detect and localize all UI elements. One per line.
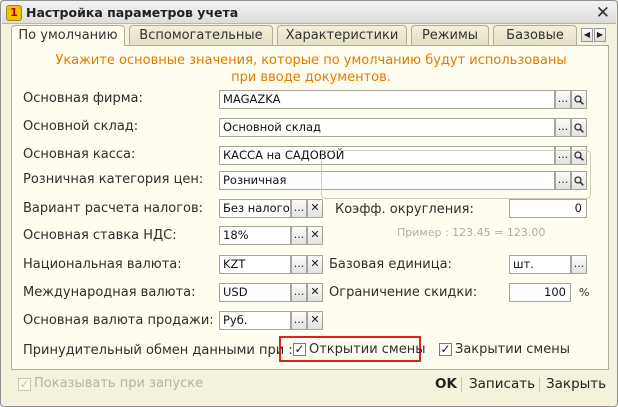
ok-button[interactable]: OK: [435, 376, 457, 392]
price-category-label: Розничная категория цен:: [23, 172, 204, 187]
vat-rate-select-button[interactable]: ...: [291, 226, 307, 245]
intl-currency-select-button[interactable]: ...: [291, 283, 307, 302]
national-currency-field[interactable]: KZT: [219, 255, 291, 274]
company-label: Основная фирма:: [23, 91, 143, 106]
base-unit-field[interactable]: шт.: [509, 255, 571, 274]
show-on-start-checkbox[interactable]: ✓: [18, 378, 31, 391]
title-bar: 1 Настройка параметров учета ✕: [2, 2, 616, 24]
tax-option-label: Вариант расчета налогов:: [23, 201, 204, 216]
tab-scroll-right-icon[interactable]: ▶: [594, 28, 606, 42]
hint-line-2: при вводе документов.: [231, 70, 391, 85]
tax-option-field[interactable]: Без налогов: [219, 199, 291, 218]
intl-currency-field[interactable]: USD: [219, 283, 291, 302]
national-currency-clear-icon[interactable]: ✕: [307, 255, 323, 274]
warehouse-select-button[interactable]: ...: [555, 118, 571, 137]
save-button[interactable]: Записать: [469, 376, 535, 392]
national-currency-label: Национальная валюта:: [23, 257, 182, 272]
tab-characteristics[interactable]: Характеристики: [277, 25, 407, 45]
intl-currency-clear-icon[interactable]: ✕: [307, 283, 323, 302]
discount-limit-label: Ограничение скидки:: [329, 285, 478, 300]
footer-separator: [539, 377, 540, 392]
footer-separator: [461, 377, 462, 392]
tab-strip: По умолчанию Вспомогательные Характерист…: [11, 25, 611, 46]
tab-base[interactable]: Базовые: [493, 25, 577, 45]
sales-currency-clear-icon[interactable]: ✕: [307, 311, 323, 330]
sales-currency-label: Основная валюта продажи:: [23, 313, 214, 328]
intl-currency-label: Международная валюта:: [23, 285, 196, 300]
tab-auxiliary[interactable]: Вспомогательные: [129, 25, 273, 45]
cash-label: Основная касса:: [23, 147, 136, 162]
rounding-field[interactable]: 0: [509, 199, 587, 218]
sales-currency-select-button[interactable]: ...: [291, 311, 307, 330]
base-unit-select-button[interactable]: ...: [571, 255, 587, 274]
rounding-label: Коэфф. округления:: [335, 202, 474, 217]
warehouse-field[interactable]: Основной склад: [219, 118, 555, 137]
app-icon: 1: [6, 5, 22, 21]
close-shift-label: Закрытии смены: [455, 342, 570, 357]
vat-rate-field[interactable]: 18%: [219, 226, 291, 245]
window-title: Настройка параметров учета: [26, 5, 239, 20]
sales-currency-field[interactable]: Руб.: [219, 311, 291, 330]
tax-option-clear-icon[interactable]: ✕: [307, 199, 323, 218]
rounding-example: Пример : 123.45 = 123.00: [397, 226, 546, 239]
tax-option-select-button[interactable]: ...: [291, 199, 307, 218]
close-shift-checkbox[interactable]: ✓: [439, 343, 452, 356]
vat-rate-label: Основная ставка НДС:: [23, 228, 177, 243]
company-select-button[interactable]: ...: [555, 90, 571, 109]
discount-limit-field[interactable]: 100: [509, 283, 571, 302]
rounding-group: [321, 150, 591, 199]
open-shift-label: Открытии смены: [309, 342, 426, 357]
base-unit-label: Базовая единица:: [329, 257, 452, 272]
discount-percent-unit: %: [579, 286, 590, 299]
company-search-icon[interactable]: [571, 90, 587, 109]
tab-scroll-left-icon[interactable]: ◀: [581, 28, 593, 42]
close-window-button[interactable]: ✕: [596, 3, 610, 23]
company-field[interactable]: MAGAZKA: [219, 90, 555, 109]
show-on-start-label: Показывать при запуске: [34, 376, 204, 391]
warehouse-label: Основной склад:: [23, 119, 139, 134]
settings-window: 1 Настройка параметров учета ✕ По умолча…: [0, 0, 618, 407]
hint-line-1: Укажите основные значения, которые по ум…: [55, 53, 567, 68]
open-shift-checkbox[interactable]: ✓: [293, 343, 306, 356]
warehouse-search-icon[interactable]: [571, 118, 587, 137]
vat-rate-clear-icon[interactable]: ✕: [307, 226, 323, 245]
exchange-label: Принудительный обмен данными при :: [23, 343, 293, 358]
tab-modes[interactable]: Режимы: [411, 25, 489, 45]
close-button[interactable]: Закрыть: [546, 376, 606, 392]
tab-defaults[interactable]: По умолчанию: [11, 25, 125, 46]
national-currency-select-button[interactable]: ...: [291, 255, 307, 274]
